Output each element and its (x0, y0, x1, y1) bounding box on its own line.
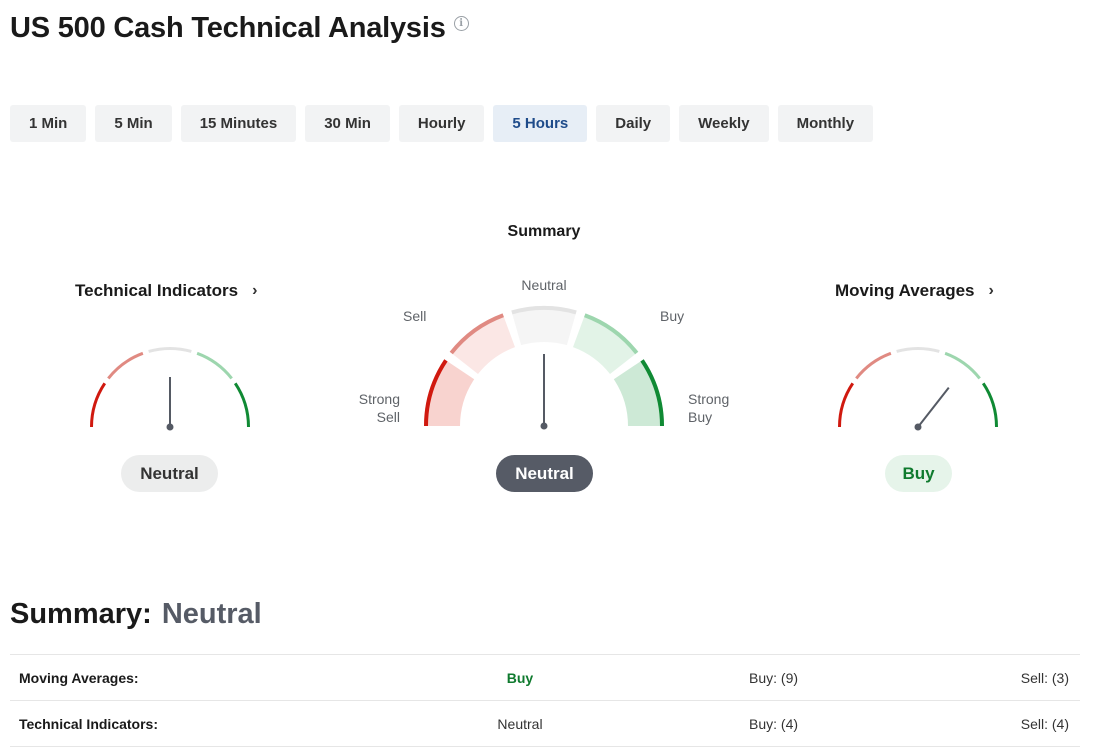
info-icon[interactable]: i (453, 16, 469, 31)
tab-15-minutes[interactable]: 15 Minutes (180, 105, 297, 142)
moving-averages-link[interactable]: Moving Averages › (835, 281, 994, 301)
tab-5-hours[interactable]: 5 Hours (493, 105, 588, 142)
tab-hourly[interactable]: Hourly (398, 105, 485, 142)
table-row: Moving Averages: Buy Buy: (9) Sell: (3) (10, 655, 1080, 701)
timeframe-tabs: 1 Min 5 Min 15 Minutes 30 Min Hourly 5 H… (10, 105, 882, 142)
summary-line-value: Neutral (161, 598, 262, 630)
gauge-label-buy: Buy (660, 308, 685, 324)
gauge-zone-neutral (148, 347, 192, 353)
technical-indicators-signal-badge: Neutral (121, 455, 218, 492)
tab-monthly[interactable]: Monthly (777, 105, 874, 142)
gauge-needle-pivot (540, 422, 548, 430)
summary-signal-badge: Neutral (496, 455, 593, 492)
chevron-right-icon: › (988, 282, 994, 299)
summary-table: Moving Averages: Buy Buy: (9) Sell: (3) … (10, 654, 1080, 747)
row-buy-count: Buy: (4) (749, 715, 799, 732)
row-signal: Neutral (497, 715, 543, 732)
tab-daily[interactable]: Daily (596, 105, 671, 142)
gauge-zone-strong-sell (838, 382, 855, 428)
page-title: US 500 Cash Technical Analysis (10, 12, 446, 44)
gauge-needle-pivot (914, 423, 922, 431)
technical-indicators-gauge (90, 347, 250, 431)
tab-5-min[interactable]: 5 Min (95, 105, 172, 142)
gauge-needle (917, 386, 950, 428)
row-signal: Buy (506, 669, 534, 686)
gauge-label-strong-sell: Strong Sell (358, 391, 400, 425)
row-name: Technical Indicators: (19, 715, 158, 732)
row-buy-count: Buy: (9) (749, 669, 799, 686)
page-header: US 500 Cash Technical Analysis i (10, 12, 469, 45)
gauge-zone-buy (196, 351, 233, 380)
tab-30-min[interactable]: 30 Min (305, 105, 390, 142)
gauge-zone-strong-sell (90, 382, 107, 428)
moving-averages-title: Moving Averages (835, 281, 975, 300)
gauge-label-strong-buy: Strong Buy (688, 391, 730, 425)
tab-1-min[interactable]: 1 Min (10, 105, 87, 142)
row-sell-count: Sell: (4) (1020, 715, 1069, 732)
gauge-zone-strong-buy (981, 382, 998, 428)
gauge-zone-sell (107, 351, 144, 380)
gauge-label-sell: Sell (403, 308, 427, 324)
summary-gauge (424, 306, 664, 430)
row-sell-count: Sell: (3) (1020, 669, 1069, 686)
table-row: Technical Indicators: Neutral Buy: (4) S… (10, 701, 1080, 747)
summary-gauge-heading: Summary (507, 223, 581, 240)
gauge-zone-strong-buy (233, 382, 250, 428)
gauge-needle-pivot (166, 423, 174, 431)
gauge-zone-neutral (896, 347, 940, 353)
summary-line: Summary: Neutral (10, 598, 262, 631)
row-name: Moving Averages: (19, 669, 139, 686)
gauge-zone-buy (944, 351, 981, 380)
moving-averages-gauge (838, 347, 998, 431)
gauge-zone-sell (855, 351, 892, 380)
moving-averages-signal-badge: Buy (885, 455, 952, 492)
summary-line-label: Summary: (10, 598, 152, 630)
tab-weekly[interactable]: Weekly (679, 105, 769, 142)
